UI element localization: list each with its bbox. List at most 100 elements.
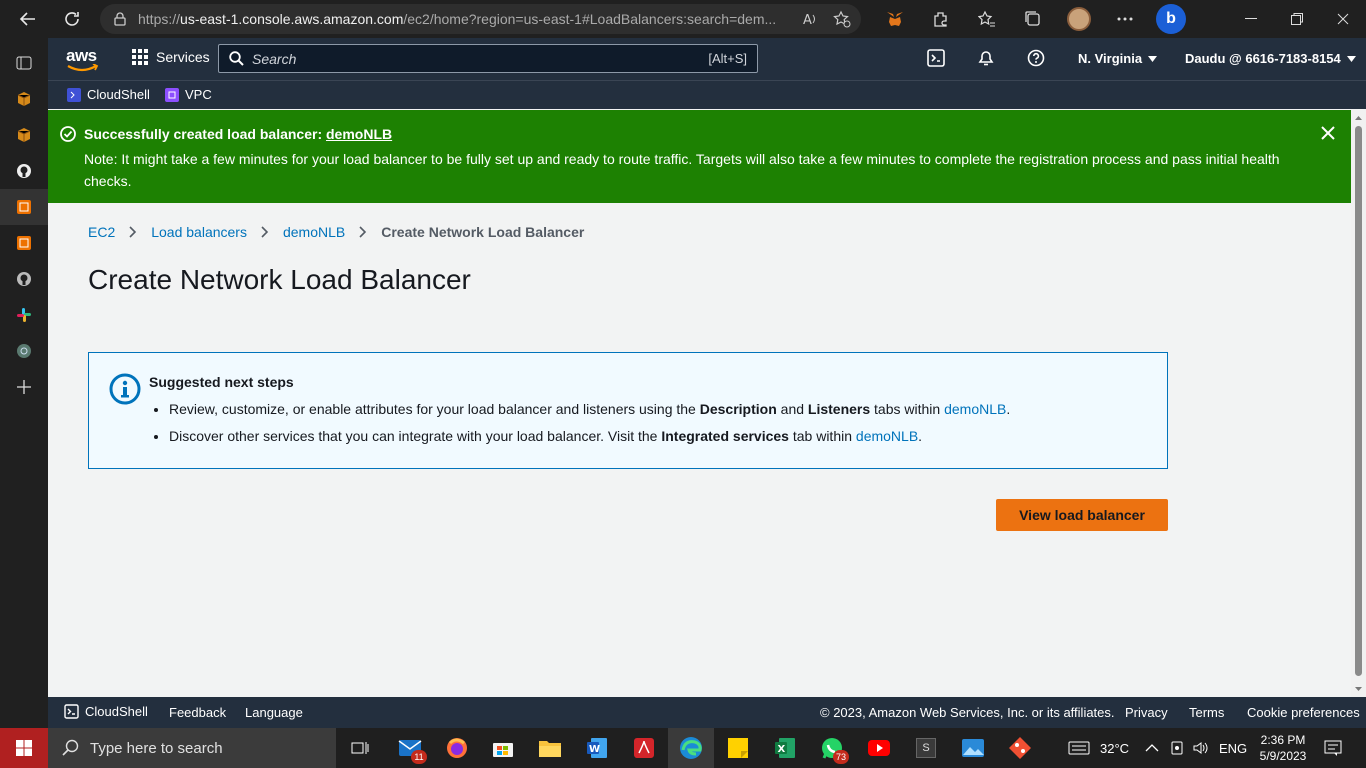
caret-down-icon: [1346, 55, 1356, 62]
scroll-down-icon[interactable]: [1351, 684, 1366, 694]
system-clock[interactable]: 2:36 PM 5/9/2023: [1258, 732, 1308, 764]
network-icon[interactable]: [1170, 728, 1184, 768]
footer-cookie-preferences[interactable]: Cookie preferences: [1247, 705, 1360, 720]
banner-load-balancer-link[interactable]: demoNLB: [326, 126, 392, 142]
sticky-notes-icon[interactable]: [715, 728, 761, 768]
next-steps-list: Review, customize, or enable attributes …: [169, 400, 1010, 454]
bing-chat-icon[interactable]: b: [1148, 4, 1194, 34]
breadcrumb-load-balancers[interactable]: Load balancers: [151, 224, 247, 240]
cloudshell-icon[interactable]: [927, 49, 945, 67]
show-hidden-icons[interactable]: [1145, 728, 1159, 768]
search-shortcut: [Alt+S]: [708, 51, 747, 66]
tab-actions-icon[interactable]: [0, 45, 48, 81]
breadcrumb-ec2[interactable]: EC2: [88, 224, 115, 240]
github-icon[interactable]: [0, 153, 48, 189]
demonlb-link[interactable]: demoNLB: [944, 401, 1006, 417]
task-view-icon[interactable]: [337, 728, 383, 768]
excel-icon[interactable]: X: [762, 728, 808, 768]
search-icon: [62, 739, 79, 756]
address-bar[interactable]: https://us-east-1.console.aws.amazon.com…: [100, 4, 861, 34]
success-flashbar: Successfully created load balancer: demo…: [48, 110, 1351, 203]
notification-center-icon[interactable]: [1324, 728, 1342, 768]
footer-feedback[interactable]: Feedback: [169, 705, 226, 720]
file-explorer-icon[interactable]: [527, 728, 573, 768]
app-s-icon[interactable]: S: [903, 728, 949, 768]
aws-logo[interactable]: aws: [66, 47, 100, 72]
edge-icon[interactable]: [668, 728, 714, 768]
git-app-icon[interactable]: [997, 728, 1043, 768]
breadcrumb-current: Create Network Load Balancer: [381, 224, 585, 240]
services-label: Services: [156, 49, 210, 65]
notifications-icon[interactable]: [977, 49, 995, 67]
slack-icon[interactable]: [0, 297, 48, 333]
mail-badge: 11: [411, 750, 427, 764]
add-favorite-icon[interactable]: [833, 10, 851, 28]
list-item: Discover other services that you can int…: [169, 427, 1010, 445]
footer-privacy[interactable]: Privacy: [1125, 705, 1168, 720]
svg-text:A: A: [803, 13, 812, 28]
word-icon[interactable]: W: [574, 728, 620, 768]
weather-widget[interactable]: 32°C: [1068, 728, 1129, 768]
more-options-icon[interactable]: [1102, 4, 1148, 34]
scroll-thumb[interactable]: [1355, 126, 1362, 676]
back-icon[interactable]: [10, 4, 46, 34]
demonlb-link[interactable]: demoNLB: [856, 428, 918, 444]
add-icon[interactable]: [0, 369, 48, 405]
aws-top-nav: aws Services Search [Alt+S] N. Virginia …: [48, 38, 1366, 80]
help-icon[interactable]: [1027, 49, 1045, 67]
view-load-balancer-button[interactable]: View load balancer: [996, 499, 1168, 531]
search-input[interactable]: Search [Alt+S]: [218, 44, 758, 73]
account-menu[interactable]: Daudu @ 6616-7183-8154: [1185, 51, 1356, 66]
page-scrollbar[interactable]: [1351, 110, 1366, 697]
volume-icon[interactable]: [1192, 728, 1208, 768]
chevron-right-icon: [359, 226, 367, 238]
banner-message: Note: It might take a few minutes for yo…: [84, 151, 1280, 189]
cloudshell-icon: [67, 87, 81, 102]
aws-tab-icon-2[interactable]: [0, 117, 48, 153]
input-language[interactable]: ENG: [1219, 728, 1247, 768]
mail-icon[interactable]: 11: [387, 728, 433, 768]
close-window-icon[interactable]: [1320, 0, 1366, 38]
breadcrumb-demonlb[interactable]: demoNLB: [283, 224, 345, 240]
aws-tab-icon[interactable]: [0, 81, 48, 117]
restore-icon[interactable]: [1274, 0, 1320, 38]
ec2-tab-icon[interactable]: [0, 189, 48, 225]
taskbar-search-input[interactable]: Type here to search: [48, 728, 336, 768]
github-icon-2[interactable]: [0, 261, 48, 297]
favorite-vpc[interactable]: VPC: [165, 87, 212, 102]
read-aloud-icon[interactable]: A: [801, 10, 819, 28]
scroll-up-icon[interactable]: [1351, 113, 1366, 123]
footer-language[interactable]: Language: [245, 705, 303, 720]
url-text: https://us-east-1.console.aws.amazon.com…: [138, 11, 777, 27]
favorites-icon[interactable]: [964, 4, 1010, 34]
firefox-icon[interactable]: [434, 728, 480, 768]
footer-terms[interactable]: Terms: [1189, 705, 1224, 720]
ms-store-icon[interactable]: [480, 728, 526, 768]
dismiss-icon[interactable]: [1321, 126, 1335, 140]
favorite-cloudshell[interactable]: CloudShell: [67, 87, 150, 102]
favorites-bar: CloudShell VPC: [48, 80, 1366, 109]
footer-cloudshell[interactable]: CloudShell: [64, 704, 148, 719]
console-footer: CloudShell Feedback Language © 2023, Ama…: [48, 697, 1366, 728]
acrobat-icon[interactable]: [621, 728, 667, 768]
ec2-tab-icon-2[interactable]: [0, 225, 48, 261]
whatsapp-icon[interactable]: 73: [809, 728, 855, 768]
info-icon: [109, 373, 141, 405]
photos-icon[interactable]: [950, 728, 996, 768]
minimize-icon[interactable]: [1228, 0, 1274, 38]
youtube-icon[interactable]: [856, 728, 902, 768]
breadcrumb: EC2 Load balancers demoNLB Create Networ…: [88, 224, 584, 240]
metamask-extension-icon[interactable]: [872, 4, 918, 34]
refresh-icon[interactable]: [54, 4, 90, 34]
svg-text:W: W: [589, 744, 600, 755]
collections-icon[interactable]: [1010, 4, 1056, 34]
services-menu[interactable]: Services: [132, 49, 210, 65]
extensions-icon[interactable]: [918, 4, 964, 34]
search-placeholder: Search: [252, 50, 297, 67]
vpc-icon: [165, 87, 179, 102]
page-title: Create Network Load Balancer: [88, 264, 471, 295]
windows-start-icon[interactable]: [0, 728, 48, 768]
chatgpt-icon[interactable]: [0, 333, 48, 369]
profile-avatar[interactable]: [1056, 4, 1102, 34]
region-selector[interactable]: N. Virginia: [1078, 51, 1158, 66]
